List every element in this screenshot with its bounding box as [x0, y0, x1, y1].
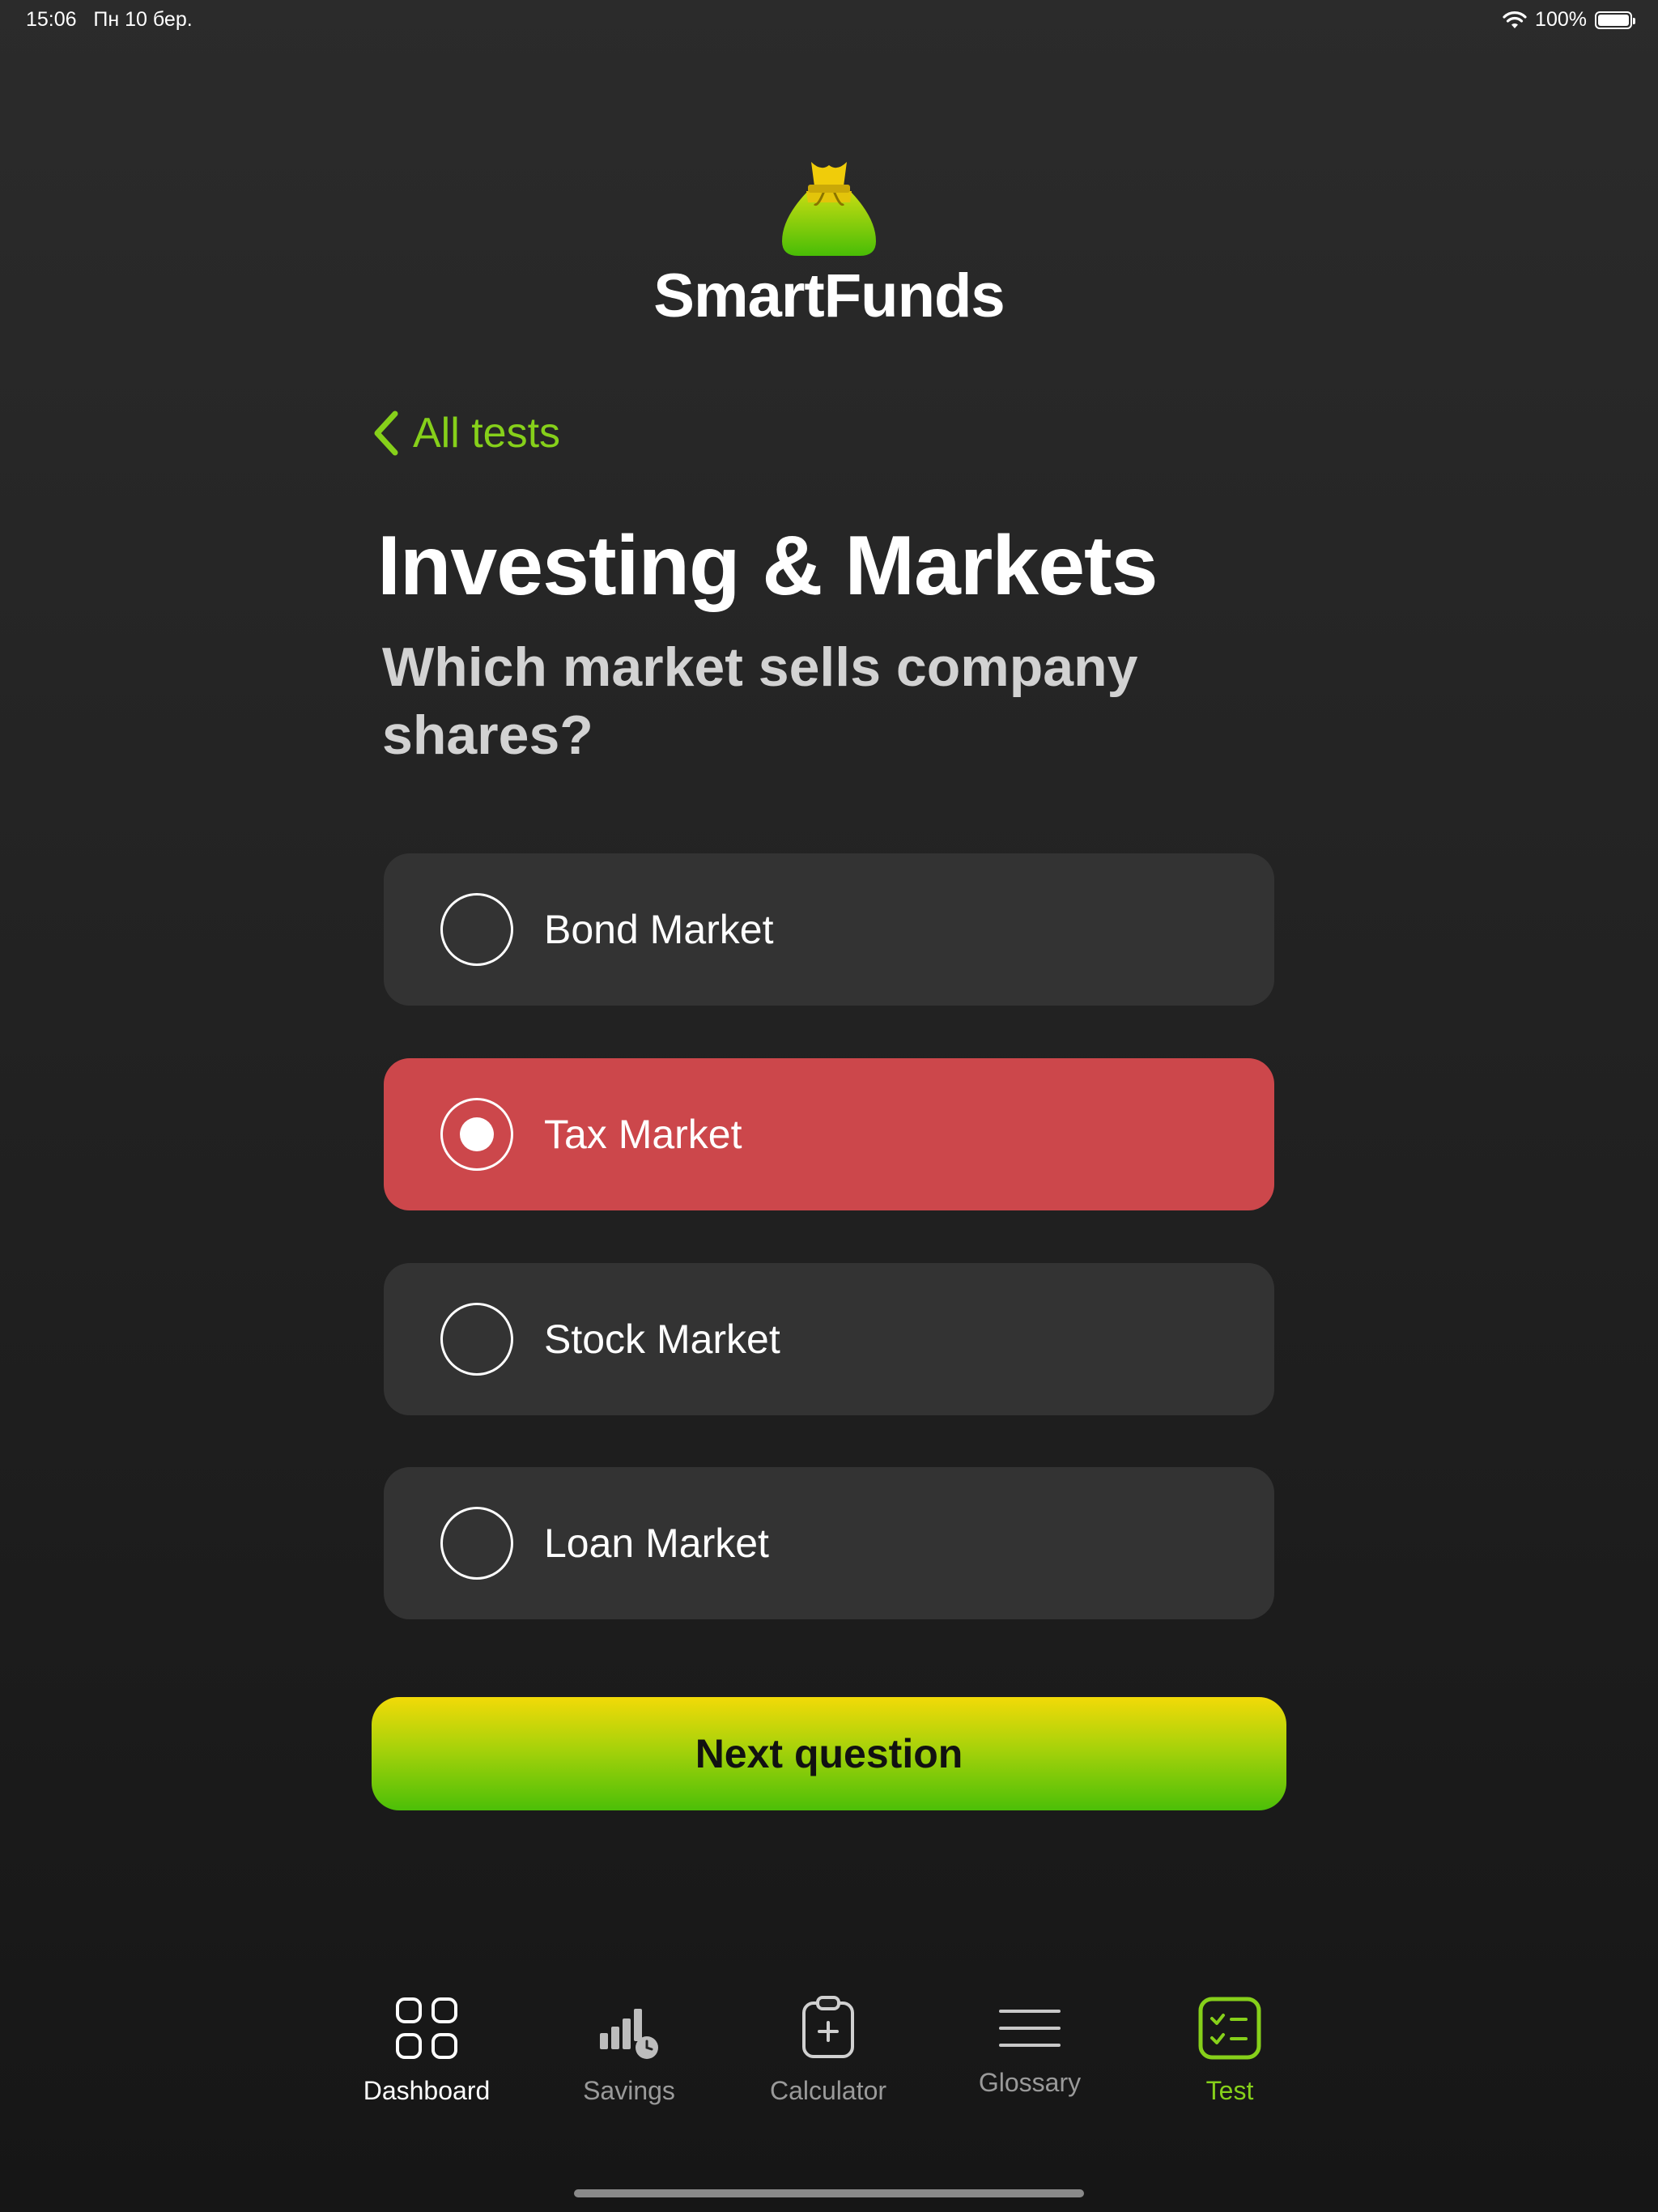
tab-glossary[interactable]: Glossary [949, 1992, 1111, 2098]
tab-label: Test [1205, 2076, 1254, 2105]
tab-dashboard[interactable]: Dashboard [346, 1992, 508, 2106]
answer-option[interactable]: Loan Market [384, 1467, 1274, 1619]
status-date: Пн 10 бер. [93, 8, 193, 31]
checklist-icon [1193, 1992, 1266, 2065]
clipboard-plus-icon [792, 1992, 865, 2065]
chevron-left-icon [374, 410, 398, 456]
radio-button[interactable] [440, 1303, 513, 1376]
battery-percent: 100% [1535, 8, 1587, 31]
test-title: Investing & Markets [377, 519, 1158, 613]
status-time-date: 15:06 Пн 10 бер. [26, 8, 193, 32]
wifi-icon [1503, 11, 1527, 28]
tab-label: Calculator [769, 2076, 887, 2105]
status-bar: 15:06 Пн 10 бер. 100% [0, 0, 1658, 39]
radio-dot [460, 1117, 494, 1151]
option-label: Tax Market [544, 1112, 742, 1157]
tab-label: Glossary [978, 2068, 1082, 2097]
battery-icon [1595, 11, 1635, 29]
tab-savings[interactable]: Savings [548, 1992, 710, 2106]
grid-icon [390, 1992, 463, 2065]
status-time: 15:06 [26, 8, 77, 31]
answer-option[interactable]: Tax Market [384, 1058, 1274, 1210]
radio-button[interactable] [440, 1098, 513, 1171]
option-label: Stock Market [544, 1317, 780, 1362]
option-label: Loan Market [544, 1521, 769, 1566]
home-indicator[interactable] [574, 2189, 1084, 2197]
money-bag-logo-icon [782, 162, 876, 256]
battery-fill [1598, 14, 1629, 26]
tab-label: Dashboard [363, 2076, 491, 2105]
answer-option[interactable]: Bond Market [384, 853, 1274, 1006]
back-label: All tests [413, 410, 561, 457]
menu-lines-icon [993, 1992, 1066, 2065]
status-right: 100% [1503, 8, 1635, 32]
radio-button[interactable] [440, 893, 513, 966]
next-question-button[interactable]: Next question [372, 1697, 1286, 1810]
tab-test[interactable]: Test [1149, 1992, 1311, 2106]
tab-calculator[interactable]: Calculator [747, 1992, 909, 2106]
tab-label: Savings [583, 2076, 675, 2105]
answer-option[interactable]: Stock Market [384, 1263, 1274, 1415]
back-to-all-tests-link[interactable]: All tests [369, 409, 560, 457]
next-question-label: Next question [695, 1731, 963, 1776]
app-name: SmartFunds [653, 262, 1005, 330]
question-text: Which market sells company shares? [382, 636, 1138, 766]
bar-chart-clock-icon [593, 1992, 665, 2065]
radio-button[interactable] [440, 1507, 513, 1580]
option-label: Bond Market [544, 907, 774, 952]
